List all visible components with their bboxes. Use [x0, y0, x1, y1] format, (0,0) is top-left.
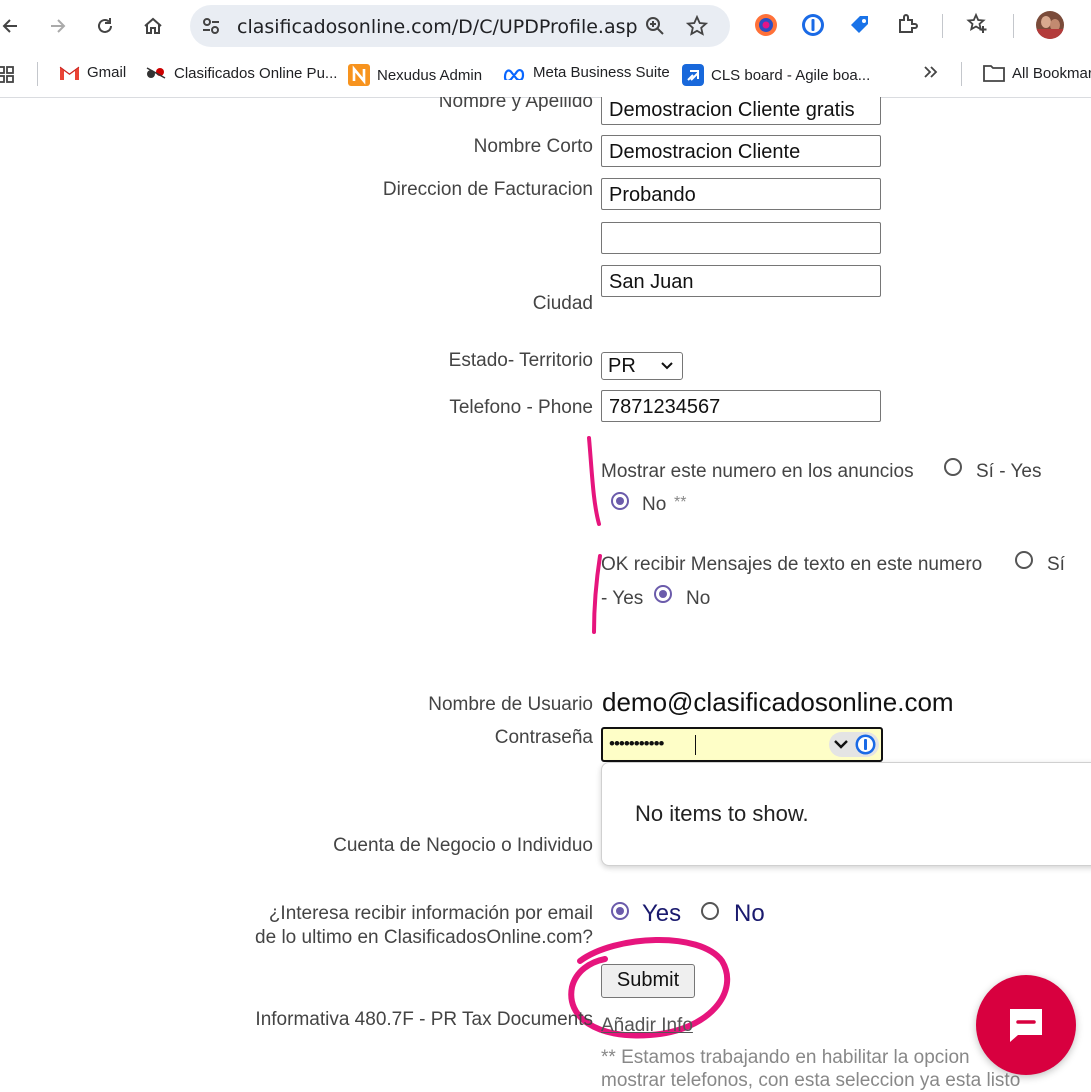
toolbar-separator — [942, 14, 943, 38]
sms-no-label: No — [686, 588, 711, 609]
chevron-double-right-icon — [924, 66, 938, 78]
bookmark-nexudus[interactable]: Nexudus Admin — [348, 64, 482, 86]
bookmark-meta[interactable]: Meta Business Suite — [502, 64, 670, 81]
telefono-label: Telefono - Phone — [449, 397, 593, 418]
bookmarks-separator — [37, 62, 38, 86]
sms-text: OK recibir Mensajes de texto en este num… — [601, 554, 983, 575]
mostrar-numero-text: Mostrar este numero en los anuncios — [601, 461, 914, 482]
ciudad-input[interactable]: San Juan — [601, 265, 881, 297]
password-masked-value: ••••••••••• — [609, 734, 664, 753]
direccion-line1-input[interactable]: Probando — [601, 178, 881, 210]
email-no-label: No — [734, 900, 765, 927]
cuenta-label: Cuenta de Negocio o Individuo — [333, 835, 593, 856]
direccion-line2-input[interactable] — [601, 222, 881, 254]
annotation-marks — [587, 436, 602, 634]
bookmarks-bar: Gmail Clasificados Online Pu... Nexudus … — [0, 52, 1091, 98]
tag-extension-icon[interactable] — [847, 12, 873, 38]
password-manager-extension-icon[interactable] — [800, 12, 826, 38]
gmail-icon — [59, 66, 80, 80]
folder-icon — [983, 65, 1005, 82]
reading-list-star-icon[interactable] — [966, 12, 990, 36]
estado-select-value: PR — [608, 355, 636, 377]
nombre-input[interactable]: Demostracion Cliente gratis — [601, 97, 881, 125]
email-no-radio[interactable] — [701, 902, 719, 920]
anadir-info-link[interactable]: Añadir Info — [601, 1015, 693, 1037]
email-yes-radio[interactable] — [611, 902, 629, 920]
home-icon — [144, 17, 162, 34]
more-bookmarks-button[interactable] — [922, 64, 938, 80]
forward-button[interactable] — [42, 10, 74, 42]
zoom-icon[interactable] — [644, 15, 666, 37]
password-label: Contraseña — [494, 727, 593, 748]
nombre-corto-label: Nombre Corto — [473, 136, 593, 157]
all-bookmarks-button[interactable]: All Bookmarks — [983, 64, 1091, 82]
chat-bubble-icon — [1010, 1009, 1042, 1042]
extensions-puzzle-icon[interactable] — [896, 12, 920, 36]
nombre-label: Nombre y Apellido — [438, 97, 593, 112]
apps-grid-icon[interactable] — [0, 65, 16, 85]
estado-select[interactable]: PR — [601, 352, 683, 380]
password-input[interactable]: ••••••••••• — [601, 727, 883, 762]
back-arrow-icon — [2, 19, 17, 33]
bookmark-clasificados[interactable]: Clasificados Online Pu... — [145, 64, 337, 82]
address-bar[interactable]: clasificadosonline.com/D/C/UPDProfile.as… — [190, 5, 730, 47]
footnote-line2: mostrar telefonos, con esta seleccion ya… — [601, 1070, 1021, 1091]
mostrar-no-radio[interactable] — [611, 492, 629, 510]
sms-no-radio[interactable] — [654, 585, 672, 603]
bookmark-cls-board[interactable]: CLS board - Agile boa... — [682, 64, 870, 86]
chat-widget-button[interactable] — [976, 975, 1076, 1075]
usuario-label: Nombre de Usuario — [428, 694, 593, 715]
ciudad-label: Ciudad — [532, 293, 593, 314]
firefox-relay-extension-icon[interactable] — [753, 12, 779, 38]
sms-yes-radio[interactable] — [1015, 551, 1033, 569]
site-info-icon[interactable] — [200, 15, 222, 37]
nombre-corto-input[interactable]: Demostracion Cliente — [601, 135, 881, 167]
profile-form-page: Nombre y Apellido Demostracion Cliente g… — [0, 97, 1091, 1092]
direccion-label: Direccion de Facturacion — [382, 179, 593, 200]
bookmark-gmail[interactable]: Gmail — [59, 64, 126, 81]
estado-label: Estado- Territorio — [448, 350, 593, 371]
meta-icon — [503, 68, 525, 80]
footnote-line1: ** Estamos trabajando en habilitar la op… — [601, 1047, 970, 1068]
nexudus-icon — [348, 64, 370, 86]
email-question-line2: de lo ultimo en ClasificadosOnline.com? — [255, 927, 593, 948]
chevron-down-icon — [834, 740, 848, 749]
reload-button[interactable] — [89, 10, 121, 42]
usuario-value: demo@clasificadosonline.com — [602, 687, 954, 717]
telefono-input[interactable]: 7871234567 — [601, 390, 881, 422]
browser-toolbar: clasificadosonline.com/D/C/UPDProfile.as… — [0, 0, 1091, 52]
home-button[interactable] — [137, 10, 169, 42]
email-yes-label: Yes — [642, 900, 682, 927]
mostrar-yes-radio[interactable] — [944, 458, 962, 476]
chevron-down-icon — [661, 362, 673, 370]
text-cursor — [695, 735, 696, 755]
sms-yes-label-part1: Sí — [1047, 554, 1065, 575]
password-manager-icon — [855, 734, 876, 755]
forward-arrow-icon — [51, 19, 66, 33]
bookmark-star-icon[interactable] — [686, 15, 708, 37]
url-text: clasificadosonline.com/D/C/UPDProfile.as… — [237, 16, 638, 38]
email-question-line1: ¿Interesa recibir información por email — [268, 903, 593, 924]
jira-icon — [682, 64, 704, 86]
password-manager-widget[interactable] — [829, 732, 879, 757]
informativa-label: Informativa 480.7F - PR Tax Documents — [255, 1009, 593, 1030]
clasificados-icon — [146, 67, 166, 79]
password-suggestions-dropdown: No items to show. — [601, 762, 1091, 866]
reload-icon — [98, 18, 112, 33]
profile-avatar[interactable] — [1036, 11, 1064, 39]
mostrar-yes-label: Sí - Yes — [976, 461, 1042, 482]
mostrar-no-label: No — [642, 494, 667, 515]
toolbar-separator — [1013, 14, 1014, 38]
bookmarks-separator — [961, 62, 962, 86]
mostrar-footnote-marker: ** — [674, 494, 687, 511]
dropdown-empty-text: No items to show. — [635, 801, 809, 826]
back-button[interactable] — [0, 10, 26, 42]
